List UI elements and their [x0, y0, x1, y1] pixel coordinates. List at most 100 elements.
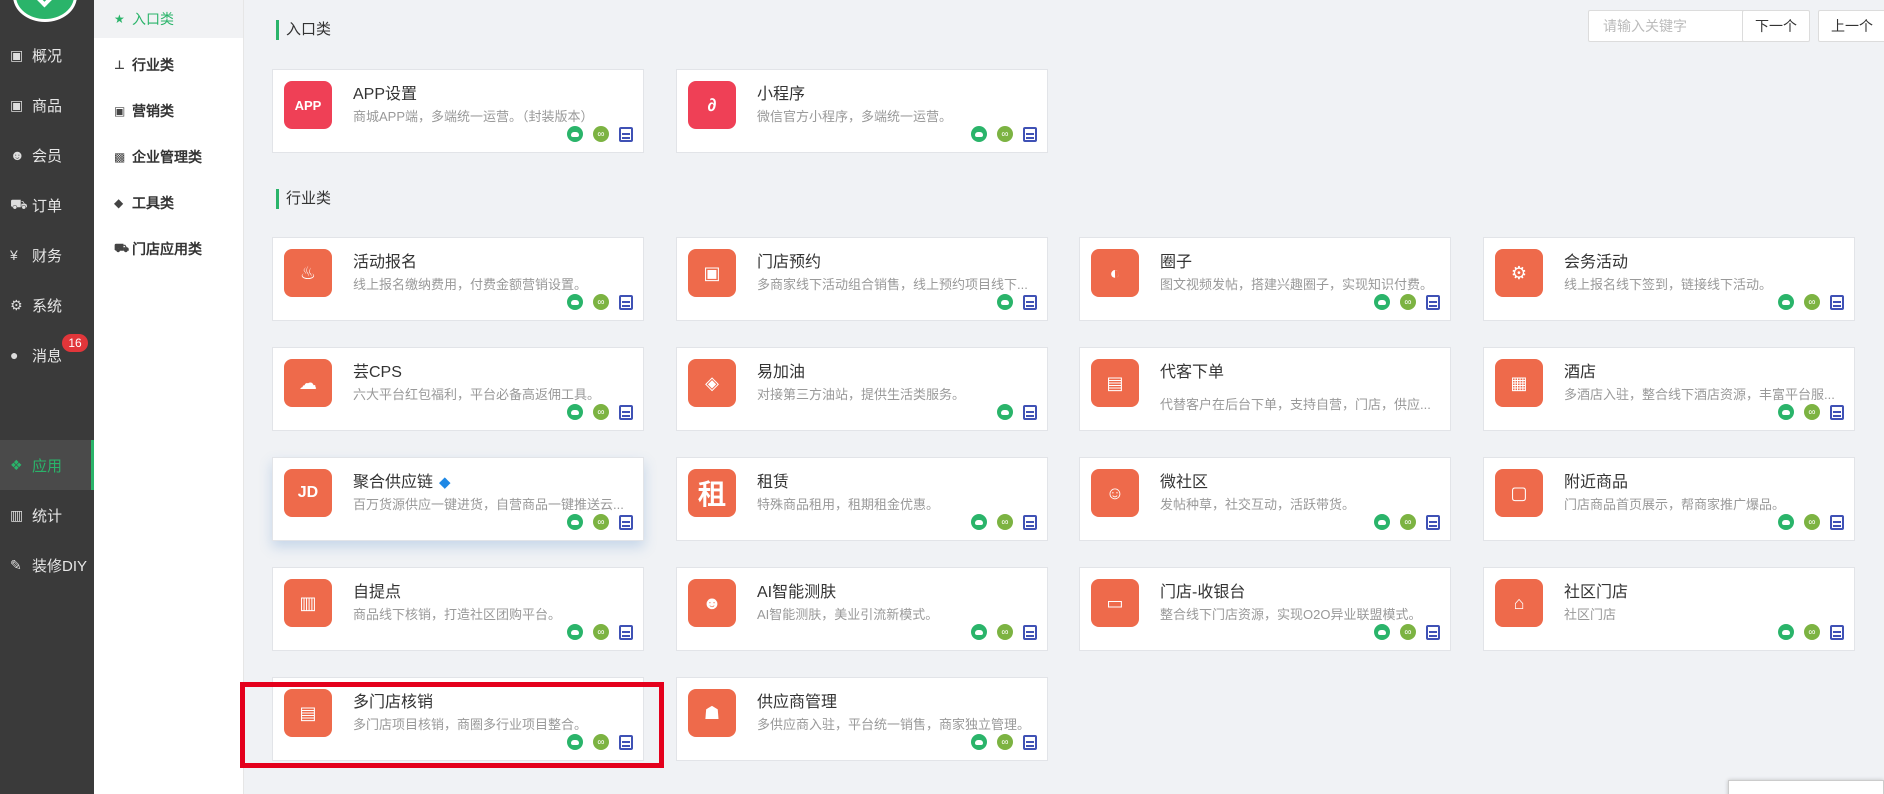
app-card-app-settings[interactable]: APP APP设置 商城APP端，多端统一运营。（封装版本） ∞ — [272, 69, 644, 153]
category-store[interactable]: ⛟ 门店应用类 — [94, 230, 243, 268]
app-icon: ∂ — [688, 81, 736, 129]
cloud-icon — [971, 126, 987, 142]
app-name: 圈子 — [1160, 254, 1193, 271]
box-icon: ▣ — [10, 46, 24, 63]
app-card-conference[interactable]: ⚙ 会务活动 线上报名线下签到，链接线下活动。 ∞ — [1483, 237, 1855, 321]
print-icon — [1830, 514, 1844, 530]
nav-item-goods[interactable]: ▣ 商品 — [0, 80, 94, 130]
app-card-cashier[interactable]: ▭ 门店-收银台 整合线下门店资源，实现O2O异业联盟模式。 ∞ — [1079, 567, 1451, 651]
app-desc: 代替客户在后台下单，支持自营，门店，供应... — [1160, 397, 1431, 412]
app-card-rental[interactable]: 租 租赁 特殊商品租用，租期租金优惠。 ∞ — [676, 457, 1048, 541]
cloud-icon — [971, 624, 987, 640]
money-icon: ▣ — [114, 104, 126, 118]
app-card-store-booking[interactable]: ▣ 门店预约 多商家线下活动组合销售，线上预约项目线下... — [676, 237, 1048, 321]
category-industry[interactable]: ⊥ 行业类 — [94, 46, 243, 84]
print-icon — [1023, 126, 1037, 142]
print-icon — [1023, 734, 1037, 750]
print-icon — [1023, 624, 1037, 640]
link-icon: ∞ — [593, 404, 609, 420]
app-name: 芸CPS — [353, 364, 402, 381]
print-icon — [1830, 404, 1844, 420]
app-card-hotel[interactable]: ▦ 酒店 多酒店入驻，整合线下酒店资源，丰富平台服... ∞ — [1483, 347, 1855, 431]
app-card-proxy-order[interactable]: ▤ 代客下单 代替客户在后台下单，支持自营，门店，供应... — [1079, 347, 1451, 431]
cart-icon: ⛟ — [10, 195, 28, 212]
link-icon: ∞ — [593, 624, 609, 640]
nav-item-system[interactable]: ⚙ 系统 — [0, 280, 94, 330]
cloud-icon — [997, 294, 1013, 310]
category-enterprise[interactable]: ▩ 企业管理类 — [94, 138, 243, 176]
category-marketing[interactable]: ▣ 营销类 — [94, 92, 243, 130]
category-sidebar: ★ 入口类 ⊥ 行业类 ▣ 营销类 ▩ 企业管理类 ◆ 工具类 ⛟ 门店应用类 — [94, 0, 244, 794]
nav-item-messages[interactable]: ● 消息 16 — [0, 330, 94, 380]
app-card-supply-chain[interactable]: JD 聚合供应链 ◆ 百万货源供应一键进货，自营商品一键推送云... ∞ — [272, 457, 644, 541]
app-name: 小程序 — [757, 86, 806, 103]
link-icon: ∞ — [1400, 514, 1416, 530]
app-name: 门店预约 — [757, 254, 822, 271]
cloud-icon — [567, 126, 583, 142]
cloud-icon — [567, 404, 583, 420]
tag-icon: ◆ — [439, 474, 451, 491]
app-desc: 商城APP端，多端统一运营。（封装版本） — [353, 109, 594, 124]
link-icon: ∞ — [593, 126, 609, 142]
print-icon — [1830, 624, 1844, 640]
print-icon — [1426, 514, 1440, 530]
cloud-icon — [971, 734, 987, 750]
app-card-supplier-management[interactable]: ☗ 供应商管理 多供应商入驻，平台统一销售，商家独立管理。 ∞ — [676, 677, 1048, 761]
link-icon: ∞ — [997, 624, 1013, 640]
app-desc: 社区门店 — [1564, 607, 1617, 622]
app-icon: APP — [284, 81, 332, 129]
app-name: 社区门店 — [1564, 584, 1629, 601]
link-icon: ∞ — [1400, 624, 1416, 640]
prev-button[interactable]: 上一个 — [1818, 10, 1884, 42]
category-tools[interactable]: ◆ 工具类 — [94, 184, 243, 222]
app-icon: ♨ — [284, 249, 332, 297]
nav-item-orders[interactable]: ⛟ 订单 — [0, 180, 94, 230]
cubes-icon: ❖ — [10, 456, 23, 473]
star-icon: ★ — [114, 12, 125, 26]
nav-item-members[interactable]: ☻ 会员 — [0, 130, 94, 180]
app-name: AI智能测肤 — [757, 584, 837, 601]
app-name: 供应商管理 — [757, 694, 838, 711]
app-icon: ◐ — [1091, 249, 1139, 297]
nav-item-finance[interactable]: ¥ 财务 — [0, 230, 94, 280]
link-icon: ∞ — [1804, 514, 1820, 530]
cloud-icon — [971, 514, 987, 530]
app-icon: JD — [284, 469, 332, 517]
app-card-event-signup[interactable]: ♨ 活动报名 线上报名缴纳费用，付费金额营销设置。 ∞ — [272, 237, 644, 321]
app-card-mini-program[interactable]: ∂ 小程序 微信官方小程序，多端统一运营。 ∞ — [676, 69, 1048, 153]
app-desc: 多商家线下活动组合销售，线上预约项目线下... — [757, 277, 1028, 292]
truck-icon: ⛟ — [114, 241, 130, 255]
app-card-fuel[interactable]: ◈ 易加油 对接第三方油站，提供生活类服务。 — [676, 347, 1048, 431]
logo[interactable] — [13, 0, 77, 22]
nav-item-apps[interactable]: ❖ 应用 — [0, 440, 94, 490]
cloud-icon — [1374, 624, 1390, 640]
app-card-community-store[interactable]: ⌂ 社区门店 社区门店 ∞ — [1483, 567, 1855, 651]
app-card-micro-community[interactable]: ☺ 微社区 发帖种草，社交互动，活跃带货。 ∞ — [1079, 457, 1451, 541]
app-card-pickup-point[interactable]: ▥ 自提点 商品线下核销，打造社区团购平台。 ∞ — [272, 567, 644, 651]
app-desc: 发帖种草，社交互动，活跃带货。 — [1160, 497, 1356, 512]
app-icon: ☗ — [688, 689, 736, 737]
next-button[interactable]: 下一个 — [1742, 10, 1810, 42]
category-entry[interactable]: ★ 入口类 — [94, 0, 243, 38]
app-name: 活动报名 — [353, 254, 418, 271]
app-card-circle[interactable]: ◐ 圈子 图文视频发帖，搭建兴趣圈子，实现知识付费。 ∞ — [1079, 237, 1451, 321]
link-icon: ∞ — [1400, 294, 1416, 310]
app-name: 会务活动 — [1564, 254, 1629, 271]
app-card-nearby-goods[interactable]: ▢ 附近商品 门店商品首页展示，帮商家推广爆品。 ∞ — [1483, 457, 1855, 541]
nav-item-stats[interactable]: ▥ 统计 — [0, 490, 94, 540]
app-card-cps[interactable]: ☁ 芸CPS 六大平台红包福利，平台必备高返佣工具。 ∞ — [272, 347, 644, 431]
cloud-icon — [1778, 294, 1794, 310]
tags-icon: ◆ — [114, 196, 124, 210]
print-icon — [619, 514, 633, 530]
app-card-ai-skin[interactable]: ☻ AI智能测肤 AI智能测肤，美业引流新模式。 ∞ — [676, 567, 1048, 651]
nav-item-diy[interactable]: ✎ 装修DIY — [0, 540, 94, 590]
app-icon: ▤ — [1091, 359, 1139, 407]
app-name: 聚合供应链 ◆ — [353, 474, 451, 491]
app-desc: 整合线下门店资源，实现O2O异业联盟模式。 — [1160, 607, 1422, 622]
yen-icon: ¥ — [10, 247, 18, 263]
nav-item-overview[interactable]: ▣ 概况 — [0, 30, 94, 80]
wrench-icon: ✎ — [10, 556, 22, 573]
cloud-icon — [567, 294, 583, 310]
cloud-icon — [1778, 624, 1794, 640]
floating-popup — [1728, 780, 1884, 794]
